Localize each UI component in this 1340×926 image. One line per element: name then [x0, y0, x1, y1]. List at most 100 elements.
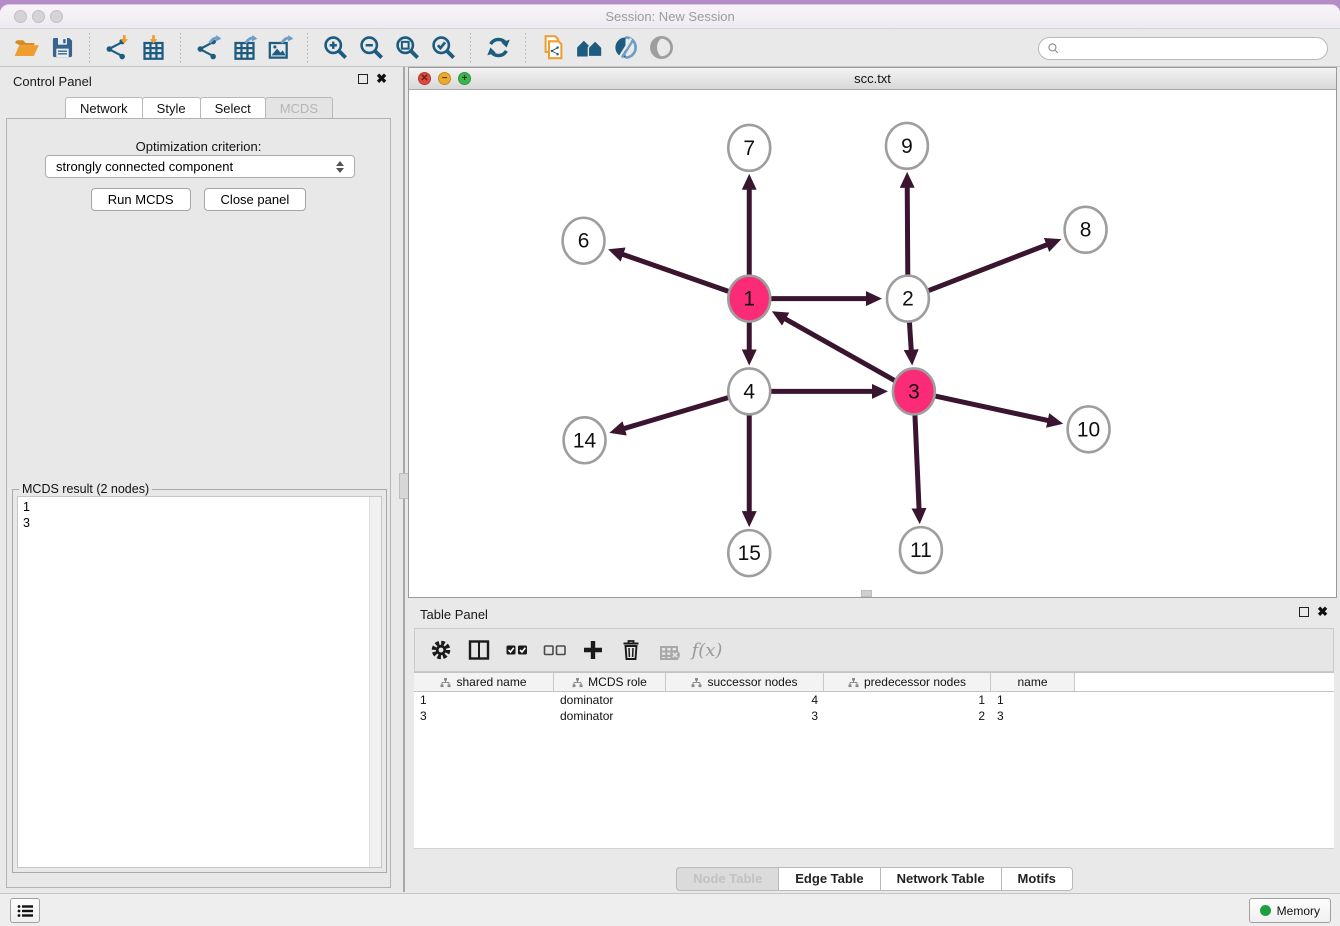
save-session-button[interactable] — [44, 32, 80, 64]
task-history-button[interactable] — [10, 898, 40, 923]
gear-button[interactable] — [425, 633, 457, 667]
eye-button[interactable] — [643, 32, 679, 64]
column-header-successor-nodes[interactable]: successor nodes — [666, 673, 824, 691]
network-view-window: ✕ − + scc.txt 7 9 6 8 1 2 4 3 14 10 15 11 — [408, 67, 1337, 598]
node-3[interactable]: 3 — [893, 368, 935, 414]
select-all-icon — [505, 638, 529, 662]
tab-select[interactable]: Select — [200, 97, 266, 119]
tab-style[interactable]: Style — [142, 97, 201, 119]
table-cell[interactable]: 1 — [414, 692, 554, 708]
float-panel-icon[interactable] — [358, 74, 368, 84]
edge-2-8[interactable] — [908, 244, 1048, 298]
tab-network-table[interactable]: Network Table — [880, 867, 1002, 891]
node-label: 3 — [908, 380, 920, 403]
column-header-shared-name[interactable]: shared name — [414, 673, 554, 691]
result-scrollbar[interactable] — [369, 497, 381, 867]
graphics-details-button[interactable] — [607, 32, 643, 64]
column-selector-icon — [467, 638, 491, 662]
refresh-icon — [485, 34, 512, 61]
table-cell[interactable]: 3 — [414, 708, 554, 724]
node-15[interactable]: 15 — [728, 530, 770, 576]
select-all-button[interactable] — [501, 633, 533, 667]
node-1[interactable]: 1 — [728, 276, 770, 322]
close-panel-button[interactable]: Close panel — [204, 188, 307, 211]
table-cell[interactable]: 1 — [824, 692, 991, 708]
node-6[interactable]: 6 — [563, 218, 605, 264]
close-table-panel-icon[interactable]: ✖ — [1317, 607, 1328, 617]
table-cell[interactable]: 1 — [991, 692, 1075, 708]
control-panel-tabs: NetworkStyleSelectMCDS — [0, 97, 397, 119]
toolbar-group — [480, 32, 516, 64]
table-panel: Table Panel ✖ f(x) shared nameMCDS roles… — [408, 600, 1340, 891]
table-header-row: shared name MCDS role successor nodesprede… — [414, 672, 1334, 692]
table-cell[interactable]: 4 — [666, 692, 824, 708]
export-table-button[interactable] — [226, 32, 262, 64]
close-panel-icon[interactable]: ✖ — [376, 74, 387, 84]
run-mcds-button[interactable]: Run MCDS — [91, 188, 191, 211]
clone-network-button[interactable] — [535, 32, 571, 64]
table-row[interactable]: 3dominator323 — [414, 708, 1334, 724]
tab-network[interactable]: Network — [65, 97, 143, 119]
column-header-MCDS-role[interactable]: MCDS role — [554, 673, 666, 691]
import-table-button[interactable] — [135, 32, 171, 64]
node-8[interactable]: 8 — [1065, 207, 1107, 253]
toolbar-separator — [470, 33, 471, 63]
zoom-out-button[interactable] — [353, 32, 389, 64]
table-cell[interactable]: 3 — [991, 708, 1075, 724]
home-button[interactable] — [571, 32, 607, 64]
zoom-in-button[interactable] — [317, 32, 353, 64]
home-icon — [576, 34, 603, 61]
memory-button[interactable]: Memory — [1249, 898, 1331, 923]
trash-button[interactable] — [615, 633, 647, 667]
tab-edge-table[interactable]: Edge Table — [778, 867, 880, 891]
import-table-icon — [140, 34, 167, 61]
export-image-button[interactable] — [262, 32, 298, 64]
network-graph[interactable]: 7 9 6 8 1 2 4 3 14 10 15 11 — [409, 90, 1336, 597]
control-panel: Control Panel ✖ NetworkStyleSelectMCDS O… — [0, 67, 397, 888]
criterion-dropdown[interactable]: strongly connected component — [45, 155, 355, 178]
function-builder-button[interactable]: f(x) — [691, 633, 723, 667]
table-cell[interactable]: 3 — [666, 708, 824, 724]
delete-table-button[interactable] — [653, 633, 685, 667]
table-cell[interactable]: 2 — [824, 708, 991, 724]
table-footer-strip — [414, 848, 1334, 867]
add-button[interactable] — [577, 633, 609, 667]
tab-node-table[interactable]: Node Table — [676, 867, 779, 891]
search-box[interactable] — [1038, 37, 1328, 60]
node-14[interactable]: 14 — [564, 417, 606, 463]
column-label: MCDS role — [588, 675, 647, 689]
float-table-panel-icon[interactable] — [1299, 607, 1309, 617]
column-selector-button[interactable] — [463, 633, 495, 667]
export-network-icon — [195, 34, 222, 61]
import-network-button[interactable] — [99, 32, 135, 64]
export-network-button[interactable] — [190, 32, 226, 64]
deselect-all-button[interactable] — [539, 633, 571, 667]
node-9[interactable]: 9 — [886, 123, 928, 169]
node-11[interactable]: 11 — [900, 527, 942, 573]
zoom-fit-button[interactable] — [389, 32, 425, 64]
horizontal-splitter-handle[interactable] — [861, 590, 872, 597]
open-file-button[interactable] — [8, 32, 44, 64]
mcds-result-title: MCDS result (2 nodes) — [19, 482, 152, 496]
node-table[interactable]: shared name MCDS role successor nodesprede… — [414, 672, 1334, 848]
network-canvas[interactable]: 7 9 6 8 1 2 4 3 14 10 15 11 — [409, 90, 1336, 597]
refresh-button[interactable] — [480, 32, 516, 64]
node-2[interactable]: 2 — [887, 276, 929, 322]
search-input[interactable] — [1065, 42, 1319, 56]
node-4[interactable]: 4 — [728, 368, 770, 414]
tab-motifs[interactable]: Motifs — [1001, 867, 1073, 891]
table-cell[interactable]: dominator — [554, 708, 666, 724]
node-7[interactable]: 7 — [728, 125, 770, 171]
tab-mcds[interactable]: MCDS — [265, 97, 333, 119]
import-network-icon — [104, 34, 131, 61]
network-window-titlebar[interactable]: ✕ − + scc.txt — [409, 68, 1336, 90]
column-header-predecessor-nodes[interactable]: predecessor nodes — [824, 673, 991, 691]
zoom-fit-icon — [394, 34, 421, 61]
node-10[interactable]: 10 — [1068, 406, 1110, 452]
column-header-name[interactable]: name — [991, 673, 1075, 691]
table-row[interactable]: 1dominator411 — [414, 692, 1334, 708]
table-cell[interactable]: dominator — [554, 692, 666, 708]
criterion-dropdown-value: strongly connected component — [56, 159, 233, 174]
mcds-result-text[interactable]: 13 — [17, 496, 382, 868]
zoom-selected-button[interactable] — [425, 32, 461, 64]
